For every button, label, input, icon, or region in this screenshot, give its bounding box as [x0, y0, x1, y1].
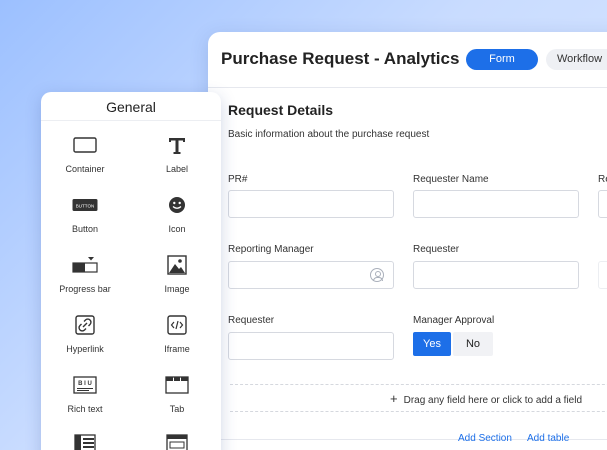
- requester-input-1[interactable]: [413, 261, 579, 289]
- reporting-manager-label: Reporting Manager: [228, 244, 314, 255]
- drop-zone[interactable]: + Drag any field here or click to add a f…: [230, 384, 607, 412]
- window-icon: [137, 432, 217, 450]
- image-icon: [137, 254, 217, 276]
- window-header: Purchase Request - Analytics Form Workfl…: [208, 32, 607, 88]
- palette-item-layout[interactable]: [45, 432, 125, 450]
- palette-item-container[interactable]: Container: [45, 134, 125, 174]
- user-icon[interactable]: [370, 268, 384, 282]
- drop-zone-text: Drag any field here or click to add a fi…: [403, 395, 583, 406]
- palette-item-tab[interactable]: Tab: [137, 374, 217, 414]
- third-column-input-2[interactable]: [598, 261, 607, 289]
- link-icon: [45, 314, 125, 336]
- palette-item-label: Rich text: [67, 404, 103, 414]
- approval-yes-button[interactable]: Yes: [413, 332, 451, 356]
- requester-label-2: Requester: [228, 315, 275, 326]
- button-icon-text: BUTTON: [76, 204, 94, 209]
- label-icon: [137, 134, 217, 156]
- requester-name-input[interactable]: [413, 190, 579, 218]
- reporting-manager-input[interactable]: [228, 261, 394, 289]
- palette-item-label: Image: [164, 284, 190, 294]
- palette-item-iframe[interactable]: Iframe: [137, 314, 217, 354]
- section-title: Request Details: [228, 102, 334, 118]
- palette-divider: [41, 120, 221, 121]
- pr-number-input[interactable]: [228, 190, 394, 218]
- button-icon: BUTTON: [45, 194, 125, 216]
- approval-no-button[interactable]: No: [453, 332, 493, 356]
- palette-item-label: Container: [65, 164, 105, 174]
- palette-item-label: Icon: [168, 224, 186, 234]
- third-column-input[interactable]: [598, 190, 607, 218]
- smiley-icon: [137, 194, 217, 216]
- palette-item-label: Hyperlink: [66, 344, 104, 354]
- requester-input-2[interactable]: [228, 332, 394, 360]
- palette-item-window[interactable]: [137, 432, 217, 450]
- tab-icon: [137, 374, 217, 396]
- progress-bar-icon: [45, 254, 125, 276]
- tab-form[interactable]: Form: [466, 49, 538, 70]
- palette-item-progress-bar[interactable]: Progress bar: [45, 254, 125, 294]
- tab-workflow[interactable]: Workflow: [546, 49, 607, 70]
- palette-item-button[interactable]: BUTTON Button: [45, 194, 125, 234]
- code-icon: [137, 314, 217, 336]
- layout-icon: [45, 432, 125, 450]
- third-column-label: Re: [598, 174, 607, 185]
- form-window: Purchase Request - Analytics Form Workfl…: [208, 32, 607, 450]
- section-subtitle: Basic information about the purchase req…: [228, 129, 430, 140]
- pr-number-label: PR#: [228, 174, 248, 185]
- palette-item-hyperlink[interactable]: Hyperlink: [45, 314, 125, 354]
- palette-item-label[interactable]: Label: [137, 134, 217, 174]
- add-section-link[interactable]: Add Section: [458, 433, 512, 444]
- container-icon: [45, 134, 125, 156]
- palette-item-label: Progress bar: [59, 284, 111, 294]
- add-table-link[interactable]: Add table: [527, 433, 569, 444]
- component-palette: General Container Label BUTTON Button Ic…: [41, 92, 221, 450]
- palette-item-image[interactable]: Image: [137, 254, 217, 294]
- palette-item-label-text: Label: [165, 164, 189, 174]
- palette-item-icon[interactable]: Icon: [137, 194, 217, 234]
- requester-name-label: Requester Name: [413, 174, 489, 185]
- plus-icon: +: [390, 391, 398, 406]
- page-title: Purchase Request - Analytics: [221, 49, 460, 68]
- rich-text-icon: B I U: [45, 374, 125, 396]
- palette-title: General: [106, 99, 156, 115]
- palette-item-rich-text[interactable]: B I U Rich text: [45, 374, 125, 414]
- palette-item-label: Button: [71, 224, 99, 234]
- palette-item-label: Iframe: [164, 344, 190, 354]
- rich-text-icon-text: B I U: [78, 381, 92, 387]
- manager-approval-label: Manager Approval: [413, 315, 495, 326]
- palette-item-label: Tab: [169, 404, 185, 414]
- requester-label-1: Requester: [413, 244, 460, 255]
